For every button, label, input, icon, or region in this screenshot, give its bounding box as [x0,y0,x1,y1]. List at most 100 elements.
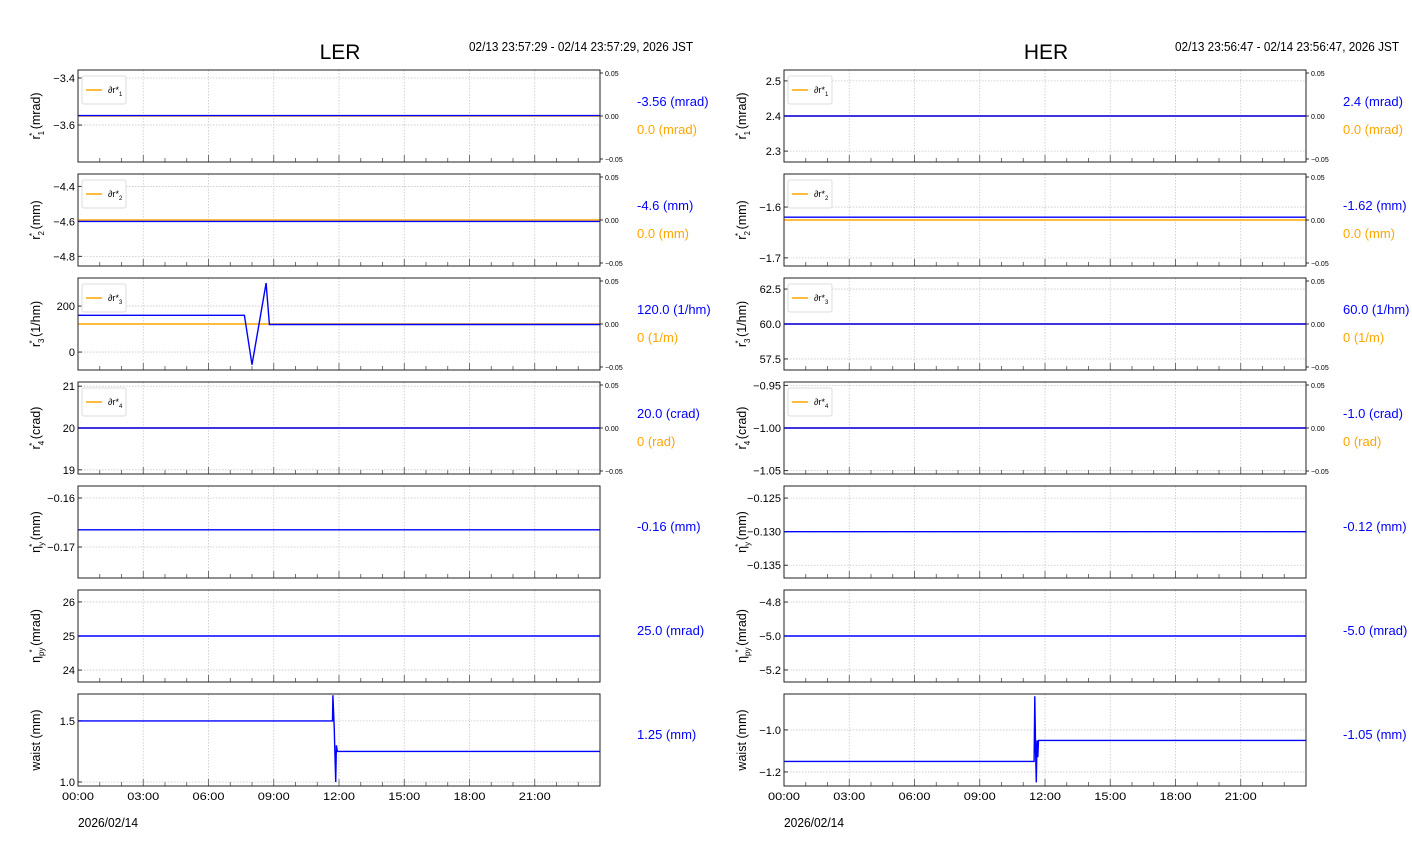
current-delta-label: 0.0 (mm) [1343,226,1395,241]
right-y-tick-label: 0.05 [1311,383,1325,390]
y-tick-label: 0 [69,347,75,359]
y-axis-label: r3* (1/hm) [734,301,752,347]
right-y-tick-label: 0.05 [1311,71,1325,78]
y-tick-label: 20 [63,423,75,435]
chart-title: HER [1024,41,1068,64]
right-y-tick-label: 0.05 [605,175,619,182]
y-tick-label: −0.95 [753,380,781,392]
current-value-label: -5.0 (mrad) [1343,623,1407,638]
y-axis-label: r1* (mrad) [734,92,752,139]
right-y-tick-label: 0.00 [605,114,619,121]
y-tick-label: −4.8 [53,251,75,263]
current-value-label: 2.4 (mrad) [1343,94,1403,109]
right-y-tick-label: −0.05 [605,365,623,372]
y-tick-label: −4.6 [53,216,75,228]
right-y-tick-label: 0.00 [605,218,619,225]
x-tick-label: 03:00 [127,791,159,803]
right-y-tick-label: 0.05 [605,279,619,286]
right-y-tick-label: −0.05 [1311,261,1329,268]
y-tick-label: −4.8 [759,597,781,609]
right-y-tick-label: 0.00 [1311,426,1325,433]
y-tick-label: −0.125 [747,493,781,505]
right-y-tick-label: −0.05 [1311,469,1329,476]
panel-6: −4.8 −5.0 −5.2 ηpy* (mrad) -5.0 (mrad) [734,589,1407,683]
y-tick-label: −1.2 [759,767,781,779]
panel-5: −0.125−0.130−0.135ηy* (mm) -0.12 (mm) [734,485,1407,579]
figure: LER 02/13 23:57:29 - 02/14 23:57:29, 2026… [28,40,1409,830]
y-tick-label: 200 [57,301,75,313]
y-axis-label: r2* (mm) [734,200,752,239]
y-tick-label: −3.4 [53,73,75,85]
time-range: 02/13 23:56:47 - 02/14 23:56:47, 2026 JS… [1175,40,1399,54]
ler-column: LER 02/13 23:57:29 - 02/14 23:57:29, 2026… [28,40,711,830]
right-y-tick-label: 0.00 [605,426,619,433]
date-label: 2026/02/14 [784,816,844,830]
y-tick-label: −0.130 [747,527,781,539]
y-tick-label: −5.2 [759,665,781,677]
current-value-label: 60.0 (1/hm) [1343,302,1409,317]
current-value-label: -4.6 (mm) [637,198,693,213]
y-tick-label: −0.16 [47,493,75,505]
right-y-tick-label: 0.00 [1311,114,1325,121]
current-delta-label: 0.0 (mm) [637,226,689,241]
y-tick-label: 2.4 [766,111,781,123]
y-axis-label: waist (mm) [735,709,749,771]
current-delta-label: 0.0 (mrad) [637,122,697,137]
right-y-tick-label: −0.05 [1311,365,1329,372]
y-tick-label: −1.0 [759,725,781,737]
y-tick-label: −1.00 [753,423,781,435]
y-axis-label: r4* (crad) [28,407,46,450]
panel-1: 2.52.42.30.050.00−0.05∂r*1r1* (mrad) 2.4 … [734,69,1403,164]
y-tick-label: −4.4 [53,181,75,193]
right-y-tick-label: −0.05 [605,157,623,164]
panel-4: −0.95−1.00−1.050.050.00−0.05∂r*4r4* (cra… [734,380,1403,477]
y-tick-label: −0.17 [47,542,75,554]
y-axis-label: ηpy* (mrad) [28,609,46,663]
y-tick-label: 24 [63,665,75,677]
x-tick-label: 12:00 [323,791,355,803]
y-axis-label: r4* (crad) [734,407,752,450]
x-tick-label: 18:00 [454,791,486,803]
current-value-label: -1.05 (mm) [1343,727,1407,742]
panel-3: 62.560.057.50.050.00−0.05∂r*3r3* (1/hm) 6… [734,277,1409,372]
x-tick-label: 09:00 [258,791,290,803]
y-axis-label: waist (mm) [29,709,43,771]
current-value-label: -0.16 (mm) [637,519,701,534]
y-tick-label: 60.0 [760,319,781,331]
current-delta-label: 0 (1/m) [637,330,678,345]
y-tick-label: 2.3 [766,146,781,158]
right-y-tick-label: 0.05 [605,71,619,78]
current-delta-label: 0 (1/m) [1343,330,1384,345]
panel-7: −1.0 −1.2 00:00 03:00 06:00 09:00 12:00 15:00 18… [735,693,1407,803]
right-y-tick-label: 0.00 [605,322,619,329]
panel-2: −4.4−4.6−4.80.050.00−0.05∂r*2r2* (mm) -4.… [28,173,693,268]
y-tick-label: −0.135 [747,560,781,572]
x-tick-label: 18:00 [1160,791,1192,803]
x-tick-label: 12:00 [1029,791,1061,803]
y-tick-label: 62.5 [760,284,781,296]
x-tick-label: 21:00 [1225,791,1257,803]
y-tick-label: 19 [63,465,75,477]
y-tick-label: 2.5 [766,76,781,88]
panel-3: 20000.050.00−0.05∂r*3r3* (1/hm) 120.0 (1/… [28,277,711,372]
y-tick-label: −1.05 [753,466,781,478]
x-tick-label: 15:00 [1094,791,1126,803]
x-tick-label: 00:00 [62,791,94,803]
right-y-tick-label: −0.05 [605,261,623,268]
x-tick-label: 03:00 [833,791,865,803]
x-tick-label: 06:00 [193,791,225,803]
right-y-tick-label: 0.00 [1311,322,1325,329]
right-y-tick-label: 0.05 [1311,175,1325,182]
y-tick-label: −1.7 [759,253,781,265]
y-axis-label: r3* (1/hm) [28,301,46,347]
y-tick-label: −5.0 [759,631,781,643]
y-tick-label: 1.5 [60,716,75,728]
current-value-label: 1.25 (mm) [637,727,696,742]
right-y-tick-label: 0.05 [605,383,619,390]
current-value-label: 25.0 (mrad) [637,623,704,638]
y-axis-label: r2* (mm) [28,200,46,239]
y-tick-label: 57.5 [760,354,781,366]
y-tick-label: 25 [63,631,75,643]
y-axis-label: r1* (mrad) [28,92,46,139]
right-y-tick-label: 0.05 [1311,279,1325,286]
